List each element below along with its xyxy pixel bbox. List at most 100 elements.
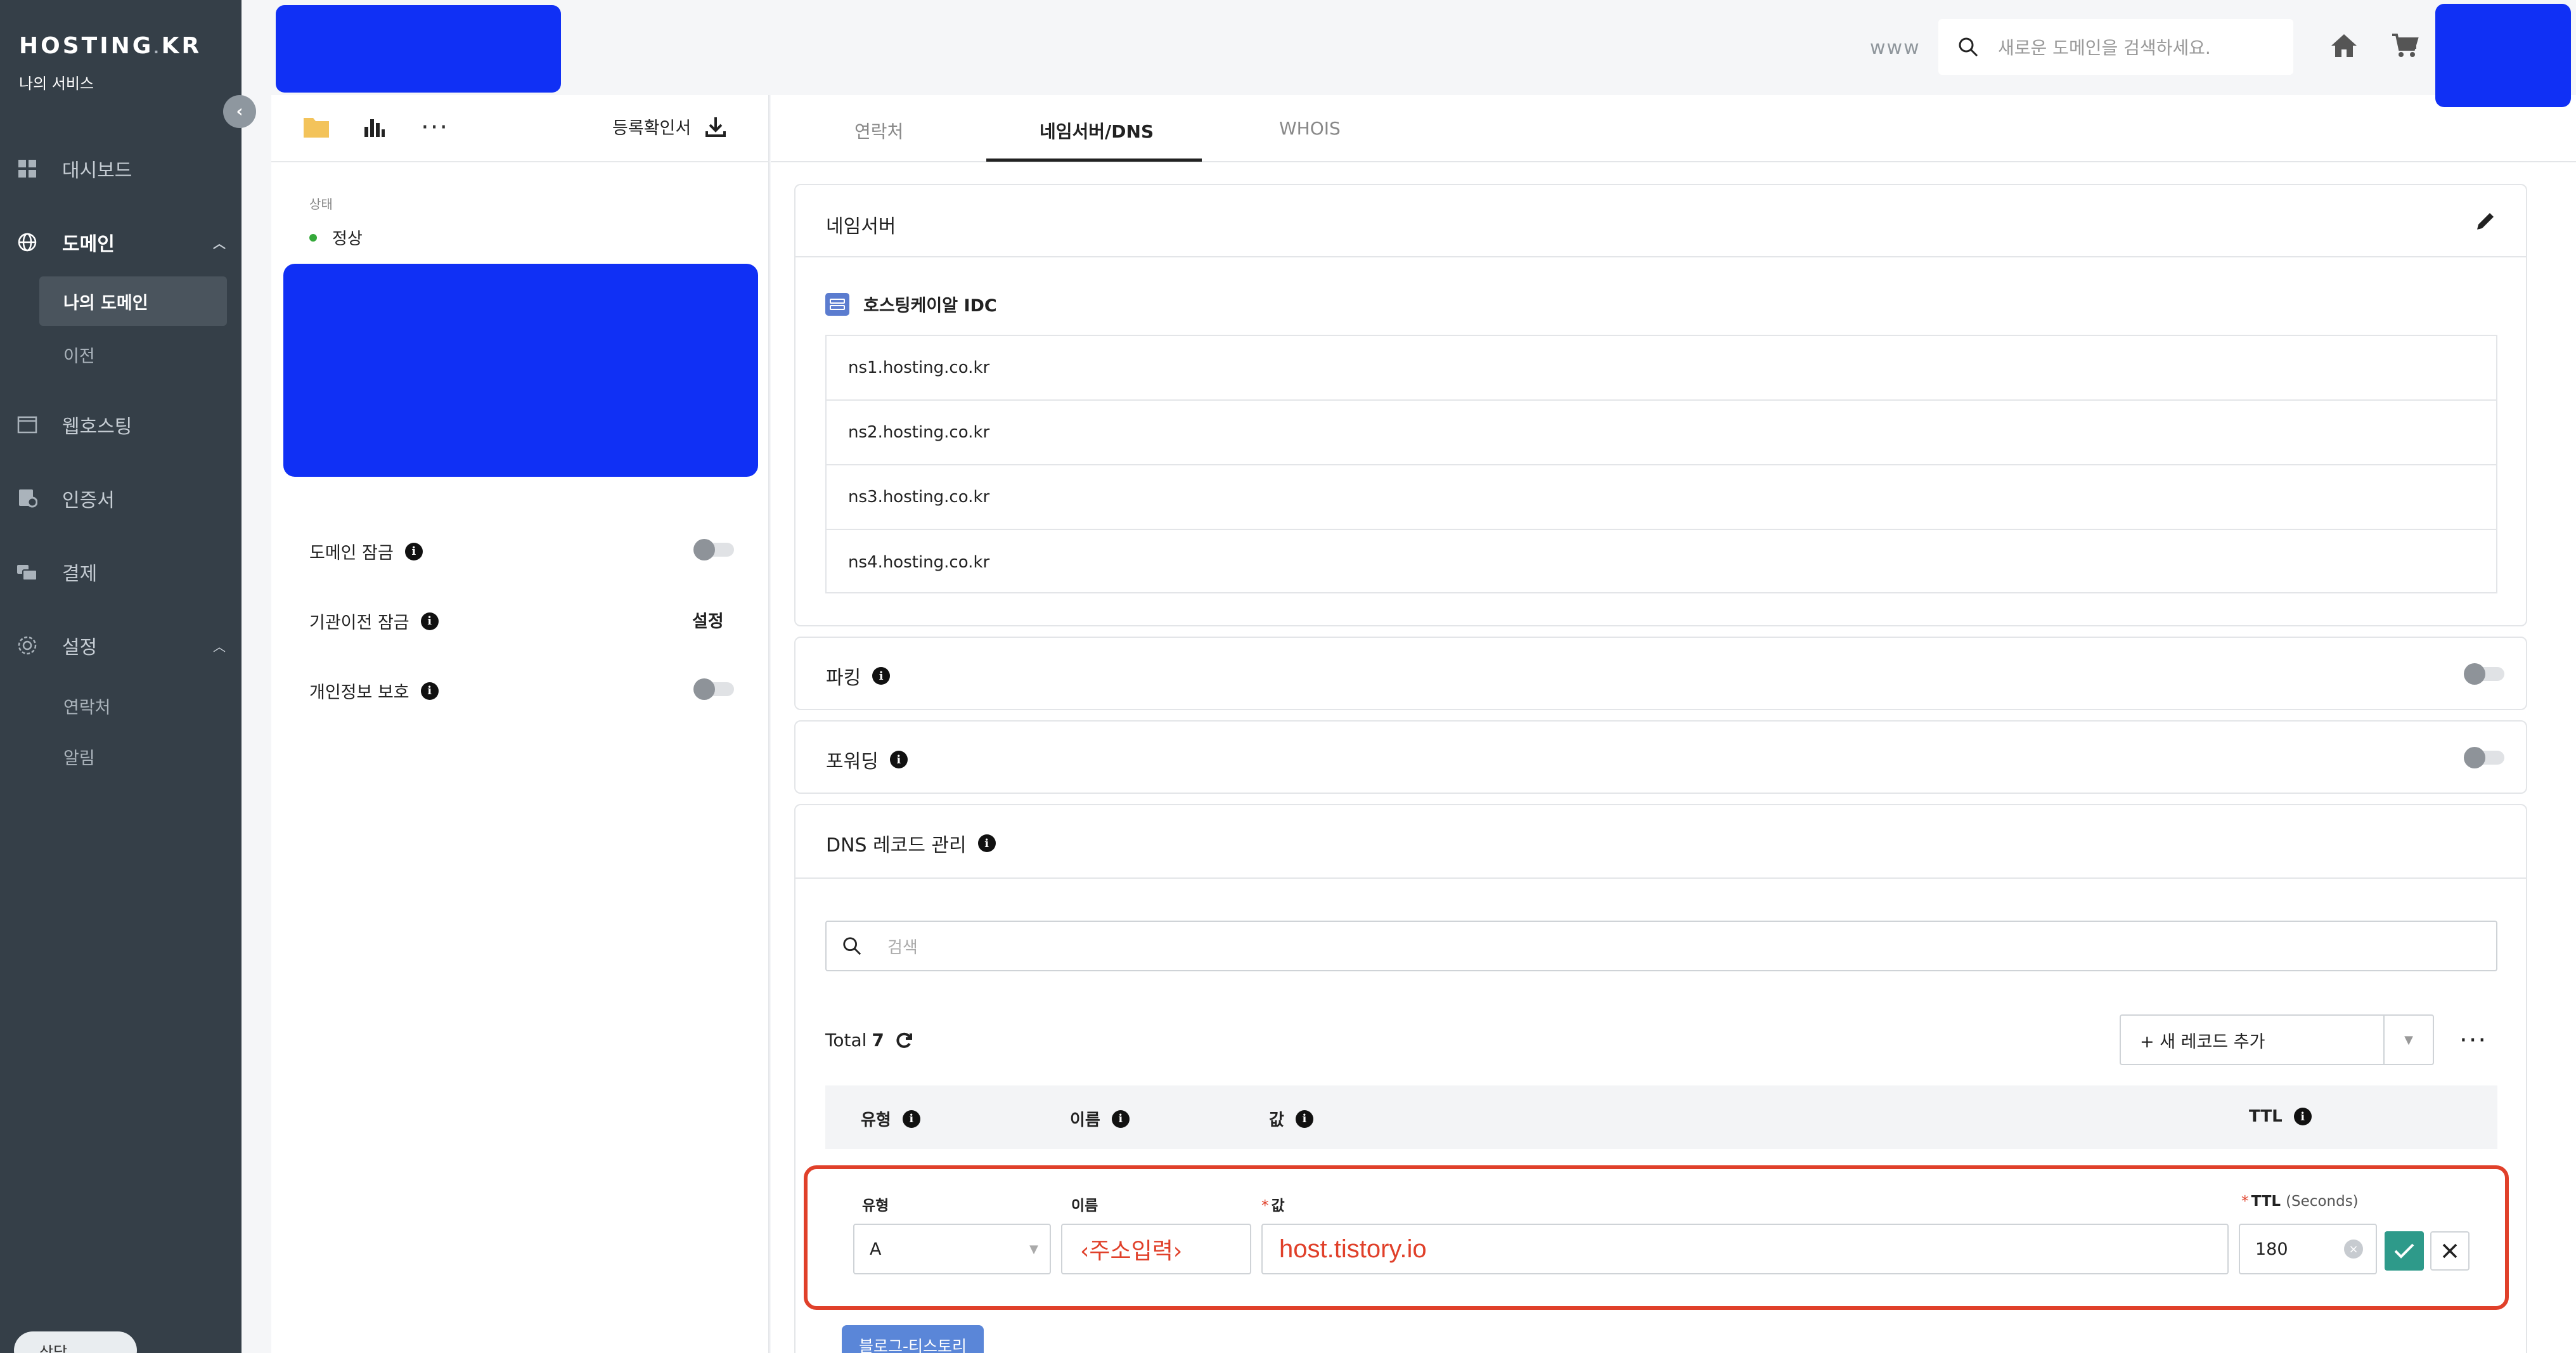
domain-search-input[interactable]: 새로운 도메인을 검색하세요. xyxy=(1938,19,2293,75)
record-type-select[interactable]: A ▼ xyxy=(853,1224,1051,1274)
privacy-row: 개인정보 보호 i xyxy=(309,678,439,703)
divider xyxy=(794,877,2527,879)
record-name-input[interactable]: ‹주소입력› xyxy=(1061,1224,1251,1274)
status-dot-icon xyxy=(309,233,317,242)
tab-nameserver-dns[interactable]: 네임서버/DNS xyxy=(1040,118,1154,143)
info-icon[interactable]: i xyxy=(1295,1110,1313,1128)
info-icon[interactable]: i xyxy=(420,612,439,630)
certificate-icon xyxy=(16,488,38,509)
collapse-sidebar-button[interactable]: ‹ xyxy=(223,95,256,128)
privacy-toggle[interactable] xyxy=(693,678,734,700)
more-icon[interactable]: ··· xyxy=(2459,1026,2487,1055)
home-icon[interactable] xyxy=(2330,33,2358,61)
status-label: 상태 xyxy=(309,197,333,212)
sidebar-item-payment[interactable]: 결제 xyxy=(16,553,226,591)
gear-icon xyxy=(16,635,38,656)
edit-pencil-icon[interactable] xyxy=(2475,210,2496,235)
forwarding-toggle[interactable] xyxy=(2464,747,2504,768)
info-icon[interactable]: i xyxy=(872,667,891,685)
chevron-down-icon[interactable]: ▼ xyxy=(2383,1016,2433,1064)
redacted-area xyxy=(2435,4,2571,107)
server-icon xyxy=(825,292,849,316)
info-icon[interactable]: i xyxy=(902,1110,920,1128)
dashboard-icon xyxy=(16,158,38,179)
column-header-value: 값i xyxy=(1269,1107,1313,1130)
sidebar-item-label: 결제 xyxy=(62,563,98,585)
record-ttl-input[interactable]: 180 × xyxy=(2239,1224,2377,1274)
sidebar-item-label: 웹호스팅 xyxy=(62,416,132,438)
clear-icon[interactable]: × xyxy=(2344,1240,2363,1259)
active-tab-indicator xyxy=(986,159,1202,162)
record-value-input[interactable]: host.tistory.io xyxy=(1261,1224,2229,1274)
sidebar-item-domain[interactable]: 도메인 ︿ xyxy=(16,223,226,261)
sidebar-item-label: 인증서 xyxy=(62,489,115,512)
sidebar xyxy=(0,0,242,1353)
refresh-icon[interactable] xyxy=(894,1031,913,1050)
dns-search-input[interactable]: 검색 xyxy=(825,921,2497,971)
sidebar-subitem-my-domain[interactable]: 나의 도메인 xyxy=(39,276,227,326)
sidebar-item-dashboard[interactable]: 대시보드 xyxy=(16,150,226,188)
forwarding-card: 포워딩 i xyxy=(794,720,2527,794)
sidebar-subitem-notifications[interactable]: 알림 xyxy=(63,744,95,769)
parking-toggle[interactable] xyxy=(2464,663,2504,685)
nameserver-row: ns1.hosting.co.kr xyxy=(827,336,2496,401)
close-icon xyxy=(2442,1243,2457,1259)
divider xyxy=(794,256,2527,257)
sidebar-subitem-transfer[interactable]: 이전 xyxy=(63,342,95,367)
sidebar-item-label: 도메인 xyxy=(62,233,115,256)
confirm-button[interactable] xyxy=(2385,1231,2424,1271)
sidebar-item-label: 설정 xyxy=(62,637,98,659)
chevron-up-icon: ︿ xyxy=(213,235,226,251)
nameserver-row: ns4.hosting.co.kr xyxy=(848,553,990,572)
transfer-lock-setting-link[interactable]: 설정 xyxy=(692,607,724,632)
edit-value-label: * 값 xyxy=(1261,1198,1285,1214)
record-total: Total 7 xyxy=(825,1030,913,1051)
info-icon[interactable]: i xyxy=(404,542,423,560)
chevron-down-icon: ▼ xyxy=(1029,1242,1038,1256)
info-icon[interactable]: i xyxy=(1111,1110,1130,1128)
sidebar-item-certificate[interactable]: 인증서 xyxy=(16,479,226,517)
nameserver-provider: 호스팅케이알 IDC xyxy=(825,292,997,316)
info-icon[interactable]: i xyxy=(889,751,908,768)
tab-whois[interactable]: WHOIS xyxy=(1279,118,1341,139)
chat-button[interactable]: 상담 xyxy=(14,1331,137,1353)
nameserver-row: ns3.hosting.co.kr xyxy=(827,465,2496,530)
info-icon[interactable]: i xyxy=(420,682,439,700)
sidebar-item-settings[interactable]: 설정 ︿ xyxy=(16,626,226,664)
globe-icon xyxy=(16,231,38,253)
nameserver-list: ns1.hosting.co.kr ns2.hosting.co.kr ns3.… xyxy=(825,335,2497,593)
nameserver-row: ns2.hosting.co.kr xyxy=(827,401,2496,465)
sidebar-item-label: 대시보드 xyxy=(62,160,132,182)
cancel-button[interactable] xyxy=(2430,1231,2470,1271)
check-icon xyxy=(2394,1243,2414,1259)
parking-card: 파킹 i xyxy=(794,637,2527,710)
redacted-area xyxy=(283,264,758,477)
browser-window-icon xyxy=(16,414,38,436)
domain-lock-toggle[interactable] xyxy=(693,539,734,560)
redacted-area xyxy=(276,5,561,93)
bar-chart-icon[interactable] xyxy=(363,115,385,141)
www-label: www xyxy=(1870,37,1921,59)
registration-certificate-button[interactable]: 등록확인서 xyxy=(612,114,726,139)
search-icon xyxy=(843,937,861,955)
status-value: 정상 xyxy=(309,226,363,249)
download-icon xyxy=(705,117,726,137)
blog-tistory-tag[interactable]: 블로그-티스토리 xyxy=(842,1325,984,1353)
add-record-button[interactable]: + 새 레코드 추가 ▼ xyxy=(2120,1014,2434,1065)
payment-icon xyxy=(16,561,38,583)
info-icon[interactable]: i xyxy=(2293,1108,2312,1125)
dns-title: DNS 레코드 관리 i xyxy=(826,829,996,857)
search-icon xyxy=(1959,37,1978,57)
logo[interactable]: HOSTING.KR xyxy=(19,33,202,59)
sidebar-item-webhosting[interactable]: 웹호스팅 xyxy=(16,406,226,444)
folder-icon[interactable] xyxy=(303,115,330,141)
more-icon[interactable]: ··· xyxy=(421,113,449,142)
cart-icon[interactable] xyxy=(2391,33,2419,61)
column-header-type: 유형 i xyxy=(861,1107,920,1130)
info-icon[interactable]: i xyxy=(977,834,996,852)
edit-type-label: 유형 xyxy=(862,1198,889,1214)
parking-title: 파킹 i xyxy=(826,662,891,690)
tab-contacts[interactable]: 연락처 xyxy=(854,118,903,143)
column-header-ttl: TTL i xyxy=(2249,1107,2312,1126)
sidebar-subitem-contacts[interactable]: 연락처 xyxy=(63,694,111,718)
